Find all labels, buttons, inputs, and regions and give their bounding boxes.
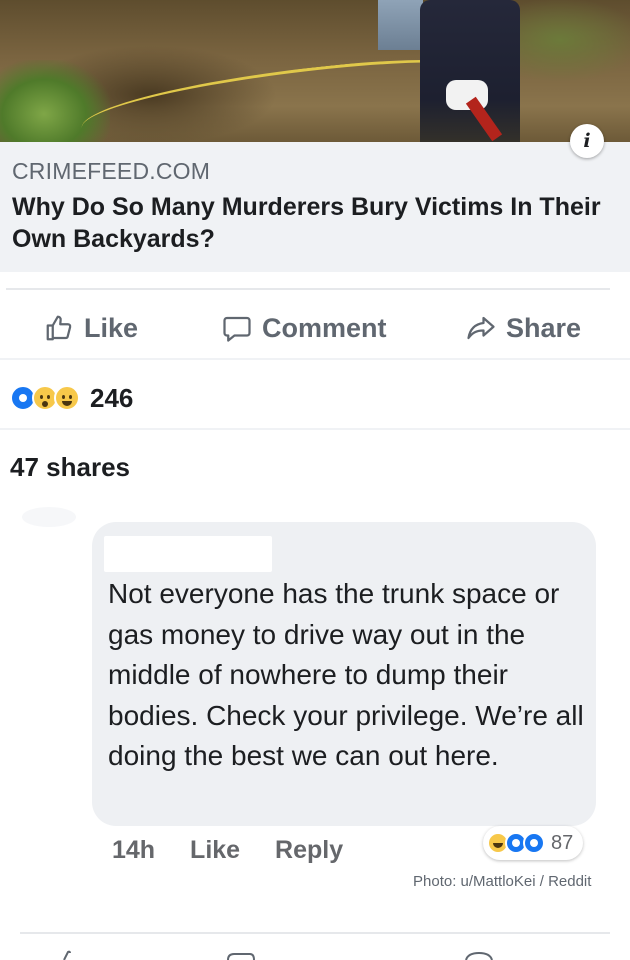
post-action-bar: Like Comment Share (0, 298, 630, 358)
share-button[interactable]: Share (466, 308, 581, 348)
share-icon[interactable] (464, 950, 494, 960)
comment-text: Not everyone has the trunk space or gas … (108, 578, 584, 771)
comment-like-button[interactable]: Like (190, 836, 240, 864)
like-reaction-icon (523, 832, 545, 854)
comment-icon (223, 316, 251, 342)
thumbs-up-icon[interactable] (58, 950, 80, 960)
haha-reaction-icon (54, 385, 80, 411)
comment-button[interactable]: Comment (222, 308, 387, 348)
comment-bubble: Not everyone has the trunk space or gas … (92, 522, 596, 826)
share-label: Share (506, 312, 582, 343)
like-label: Like (84, 312, 139, 343)
comment-reactions[interactable]: 87 (483, 826, 584, 860)
reactions-summary[interactable]: 246 (10, 380, 133, 416)
link-preview-image[interactable] (0, 0, 630, 142)
comment-icon[interactable] (226, 950, 256, 960)
avatar[interactable] (22, 507, 76, 527)
redacted-author-name (104, 536, 272, 572)
person-digging (420, 0, 520, 142)
bystander-legs (378, 0, 423, 50)
divider (0, 358, 630, 360)
link-preview-text[interactable]: CRIMEFEED.COM Why Do So Many Murderers B… (0, 142, 630, 272)
bottom-action-bar (0, 920, 630, 960)
comment-reaction-count: 87 (551, 831, 574, 854)
share-icon (467, 316, 495, 340)
comment-meta: 14h Like Reply (112, 836, 371, 865)
comment-timestamp[interactable]: 14h (112, 836, 155, 864)
photo-credit: Photo: u/MattloKei / Reddit (413, 873, 592, 890)
link-domain: CRIMEFEED.COM (12, 158, 211, 184)
info-icon[interactable]: i (570, 124, 604, 158)
divider (6, 288, 610, 290)
divider (0, 428, 630, 430)
thumbs-up-icon (46, 315, 72, 341)
reaction-count: 246 (90, 382, 134, 413)
link-title[interactable]: Why Do So Many Murderers Bury Victims In… (12, 191, 616, 255)
like-button[interactable]: Like (44, 308, 138, 348)
comment-label: Comment (262, 312, 387, 343)
shares-count[interactable]: 47 shares (10, 452, 130, 483)
comment-reply-button[interactable]: Reply (275, 836, 343, 864)
